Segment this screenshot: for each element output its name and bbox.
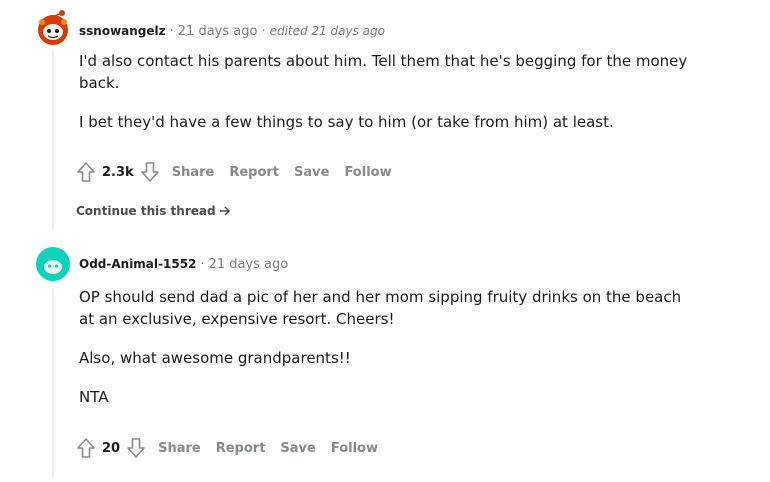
- comment-time[interactable]: 21 days ago: [178, 24, 258, 39]
- downvote-icon[interactable]: [140, 161, 160, 183]
- teal-default-avatar-icon[interactable]: [34, 245, 72, 283]
- thread-line[interactable]: [52, 288, 54, 478]
- share-button[interactable]: Share: [158, 441, 201, 456]
- save-button[interactable]: Save: [294, 165, 329, 180]
- vote-controls: 20: [76, 437, 146, 459]
- follow-button[interactable]: Follow: [331, 441, 378, 456]
- continue-thread-link[interactable]: Continue this thread: [76, 204, 231, 218]
- comment-paragraph: I bet they'd have a few things to say to…: [79, 113, 614, 131]
- edited-label: edited 21 days ago: [269, 24, 385, 38]
- meta-separator: ·: [200, 257, 205, 272]
- continue-thread-label: Continue this thread: [76, 204, 216, 218]
- upvote-icon[interactable]: [76, 161, 96, 183]
- report-button[interactable]: Report: [216, 441, 266, 456]
- comment-time[interactable]: 21 days ago: [209, 257, 289, 272]
- share-button[interactable]: Share: [172, 165, 215, 180]
- comment-1: ssnowangelz · 21 days ago · edited 21 da…: [0, 0, 770, 232]
- comment-paragraph: I'd also contact his parents about him. …: [79, 52, 688, 92]
- vote-count: 2.3k: [102, 164, 134, 180]
- upvote-icon[interactable]: [76, 437, 96, 459]
- report-button[interactable]: Report: [229, 165, 279, 180]
- comment-paragraph: Also, what awesome grandparents!!: [79, 349, 351, 367]
- comment-actions: 20 Share Report Save Follow: [76, 437, 393, 459]
- comment-meta: Odd-Animal-1552 · 21 days ago: [79, 257, 288, 272]
- comment-paragraph: OP should send dad a pic of her and her …: [79, 288, 682, 328]
- author-name[interactable]: Odd-Animal-1552: [79, 257, 196, 271]
- author-name[interactable]: ssnowangelz: [79, 24, 166, 38]
- thread-line[interactable]: [52, 50, 54, 230]
- save-button[interactable]: Save: [280, 441, 315, 456]
- arrow-right-icon: [219, 206, 230, 216]
- meta-separator: ·: [261, 24, 266, 39]
- snoo-red-avatar-icon[interactable]: [34, 8, 72, 46]
- follow-button[interactable]: Follow: [344, 165, 391, 180]
- comment-meta: ssnowangelz · 21 days ago · edited 21 da…: [79, 24, 385, 39]
- comment-actions: 2.3k Share Report Save Follow: [76, 161, 407, 183]
- comment-paragraph: NTA: [79, 388, 109, 406]
- meta-separator: ·: [169, 24, 174, 39]
- vote-controls: 2.3k: [76, 161, 160, 183]
- downvote-icon[interactable]: [126, 437, 146, 459]
- comment-body: I'd also contact his parents about him. …: [79, 50, 699, 150]
- vote-count: 20: [102, 440, 121, 456]
- comment-body: OP should send dad a pic of her and her …: [79, 286, 689, 425]
